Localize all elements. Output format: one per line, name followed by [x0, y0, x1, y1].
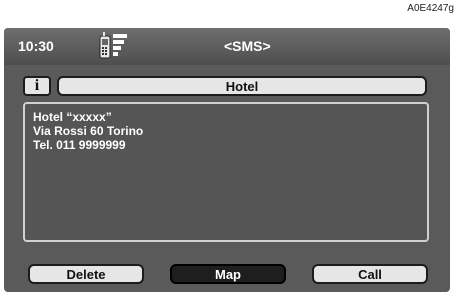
call-button[interactable]: Call: [312, 264, 428, 284]
phone-signal-icon: [99, 32, 127, 59]
delete-button[interactable]: Delete: [28, 264, 144, 284]
message-line: Hotel “xxxxx”: [33, 110, 112, 124]
message-title: Hotel: [57, 76, 427, 96]
map-button[interactable]: Map: [170, 264, 286, 284]
header-bar: 10:30 <SMS>: [4, 28, 450, 65]
message-line: Via Rossi 60 Torino: [33, 124, 144, 138]
message-body: Hotel “xxxxx” Via Rossi 60 Torino Tel. 0…: [23, 102, 429, 242]
message-title-row: i Hotel: [23, 76, 429, 96]
info-button[interactable]: i: [23, 76, 51, 96]
message-line: Tel. 011 9999999: [33, 138, 126, 152]
screen-title: <SMS>: [224, 38, 271, 54]
reference-code: A0E4247g: [407, 3, 454, 14]
clock-time: 10:30: [18, 38, 54, 54]
display-screen: 10:30 <SMS> i Hotel Hotel “xxxxx” Via Ro…: [4, 28, 450, 292]
